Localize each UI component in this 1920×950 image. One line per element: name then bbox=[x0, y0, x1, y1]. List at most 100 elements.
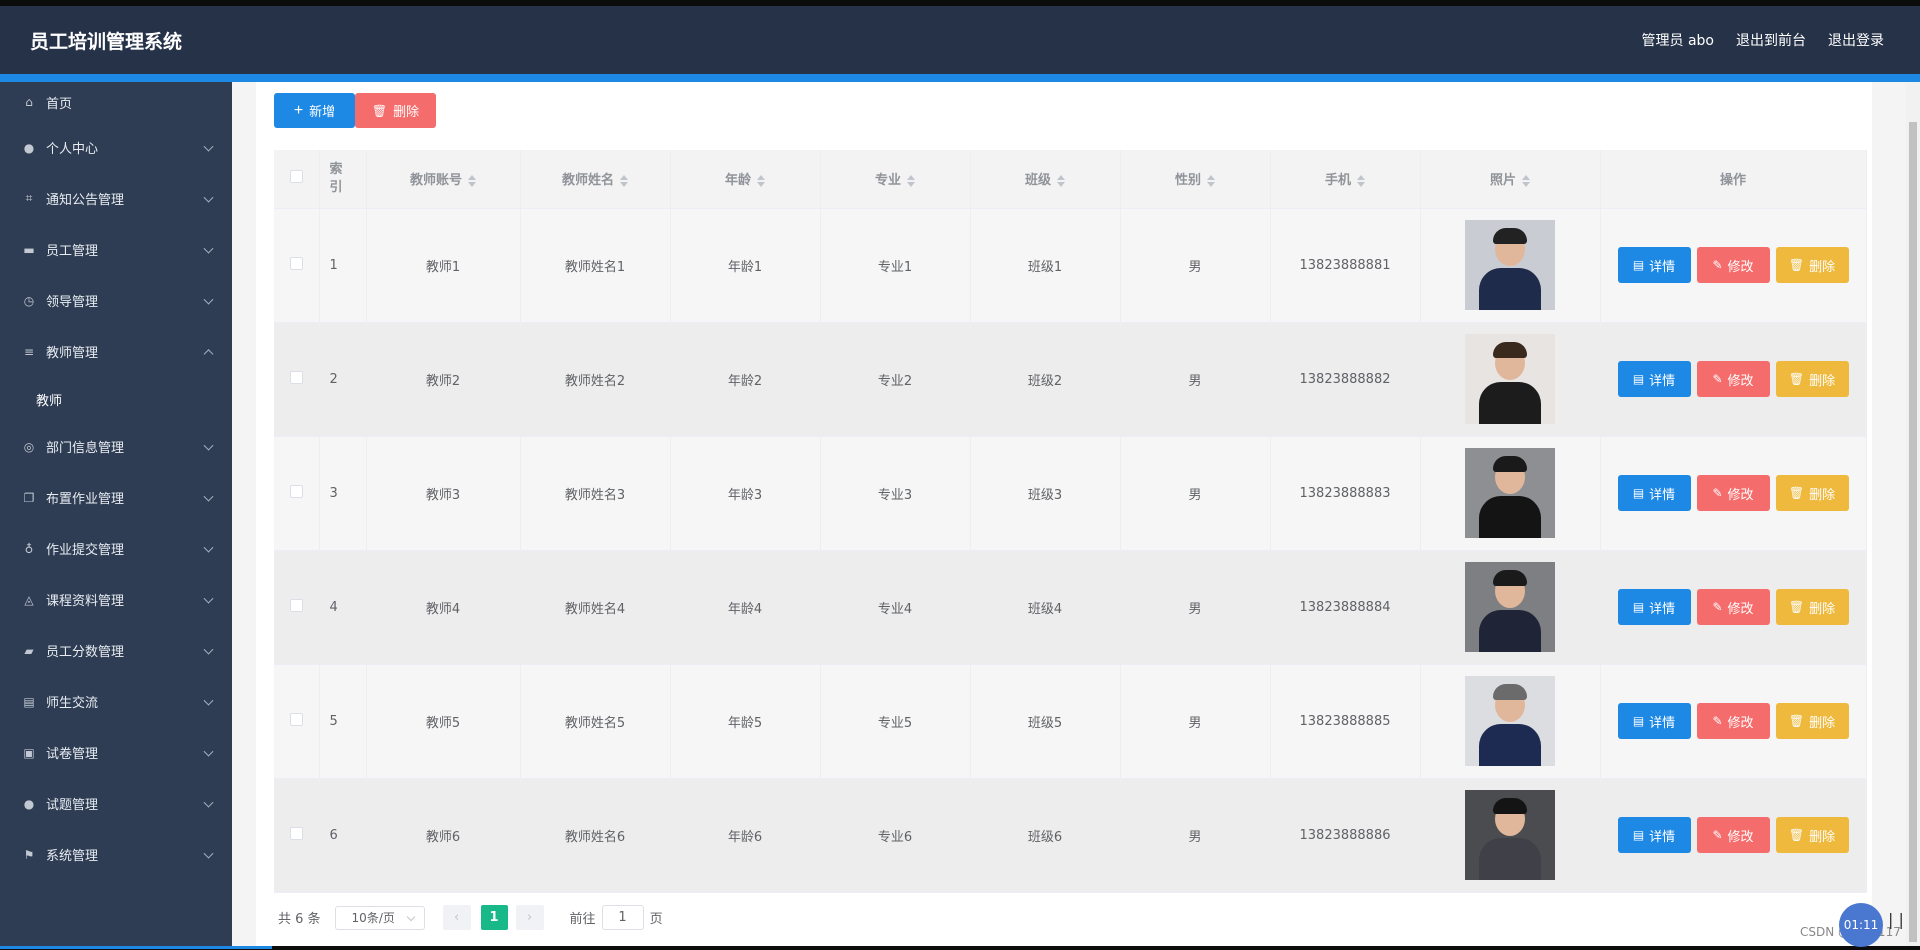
edit-button-label: 修改 bbox=[1727, 373, 1754, 389]
sidebar-item-b2[interactable]: ♁ 作业提交管理 bbox=[0, 523, 232, 574]
sort-icon[interactable] bbox=[468, 174, 476, 187]
row-checkbox[interactable] bbox=[289, 370, 303, 384]
sidebar-item-b5[interactable]: ▤ 师生交流 bbox=[0, 676, 232, 727]
teacher-photo[interactable] bbox=[1465, 448, 1555, 538]
sort-icon[interactable] bbox=[620, 174, 628, 187]
page-number-1[interactable]: 1 bbox=[480, 905, 508, 930]
page-size-select[interactable]: 10条/页 bbox=[334, 905, 425, 930]
paper-icon: ▣ bbox=[23, 745, 35, 760]
prev-page-button[interactable]: ‹ bbox=[442, 905, 471, 930]
detail-button[interactable]: ▤ 详情 bbox=[1617, 817, 1691, 853]
cell-major: 专业5 bbox=[820, 664, 971, 779]
row-checkbox[interactable] bbox=[289, 598, 303, 612]
chevron-down-icon bbox=[203, 243, 214, 254]
row-delete-button[interactable]: 🗑 删除 bbox=[1775, 361, 1849, 397]
sidebar-item-b6[interactable]: ▣ 试卷管理 bbox=[0, 727, 232, 778]
header-name[interactable]: 教师姓名 bbox=[520, 150, 671, 209]
video-progress-bar[interactable] bbox=[0, 946, 272, 949]
cell-account: 教师2 bbox=[366, 322, 521, 437]
detail-button[interactable]: ▤ 详情 bbox=[1617, 475, 1691, 511]
add-button[interactable]: + 新增 bbox=[274, 93, 355, 128]
teacher-photo[interactable] bbox=[1465, 676, 1555, 766]
header-account[interactable]: 教师账号 bbox=[366, 150, 521, 209]
teacher-photo[interactable] bbox=[1465, 562, 1555, 652]
sidebar-item-label: 试卷管理 bbox=[46, 747, 99, 762]
row-select-cell bbox=[274, 778, 320, 893]
teacher-photo[interactable] bbox=[1465, 334, 1555, 424]
edit-button[interactable]: ✎ 修改 bbox=[1696, 589, 1770, 625]
sort-icon[interactable] bbox=[1357, 174, 1365, 187]
sort-icon[interactable] bbox=[1057, 174, 1065, 187]
sidebar-item-a4[interactable]: ◷ 领导管理 bbox=[0, 275, 232, 326]
delete-button[interactable]: 🗑 删除 bbox=[355, 93, 436, 128]
to-front-link[interactable]: 退出到前台 bbox=[1736, 30, 1806, 50]
sidebar-item-label: 教师管理 bbox=[46, 346, 99, 361]
photo-figure-hair bbox=[1493, 456, 1527, 472]
detail-button[interactable]: ▤ 详情 bbox=[1617, 589, 1691, 625]
pause-icon[interactable]: | | bbox=[1888, 910, 1904, 929]
detail-button[interactable]: ▤ 详情 bbox=[1617, 247, 1691, 283]
submenu-item-teacher[interactable]: 教师 bbox=[0, 377, 232, 421]
sidebar-item-a2[interactable]: ⌗ 通知公告管理 bbox=[0, 173, 232, 224]
trash-icon: 🗑 bbox=[1788, 828, 1805, 842]
header-phone[interactable]: 手机 bbox=[1270, 150, 1421, 209]
sort-icon[interactable] bbox=[907, 174, 915, 187]
cell-photo bbox=[1420, 208, 1601, 323]
sidebar-item-b4[interactable]: ▰ 员工分数管理 bbox=[0, 625, 232, 676]
timer-badge[interactable]: 01:11 bbox=[1839, 903, 1883, 947]
edit-button[interactable]: ✎ 修改 bbox=[1696, 703, 1770, 739]
sort-icon[interactable] bbox=[1522, 174, 1530, 187]
scrollbar-thumb[interactable] bbox=[1909, 122, 1917, 942]
edit-button[interactable]: ✎ 修改 bbox=[1696, 247, 1770, 283]
photo-figure-hair bbox=[1493, 342, 1527, 358]
row-delete-button-label: 删除 bbox=[1809, 829, 1836, 845]
row-checkbox[interactable] bbox=[289, 712, 303, 726]
header-gender[interactable]: 性别 bbox=[1120, 150, 1271, 209]
header-age[interactable]: 年龄 bbox=[670, 150, 821, 209]
sidebar-item-b7[interactable]: ● 试题管理 bbox=[0, 778, 232, 829]
row-checkbox[interactable] bbox=[289, 484, 303, 498]
header-class[interactable]: 班级 bbox=[970, 150, 1121, 209]
select-all-checkbox[interactable] bbox=[289, 170, 303, 184]
header-photo[interactable]: 照片 bbox=[1420, 150, 1601, 209]
sidebar-item-a5[interactable]: ≡ 教师管理 bbox=[0, 326, 232, 377]
row-delete-button-label: 删除 bbox=[1809, 373, 1836, 389]
cell-major: 专业1 bbox=[820, 208, 971, 323]
header-major[interactable]: 专业 bbox=[820, 150, 971, 209]
edit-button[interactable]: ✎ 修改 bbox=[1696, 475, 1770, 511]
pager-total: 共 6 条 bbox=[278, 912, 321, 927]
row-delete-button[interactable]: 🗑 删除 bbox=[1775, 247, 1849, 283]
row-delete-button[interactable]: 🗑 删除 bbox=[1775, 703, 1849, 739]
bell-icon: ◬ bbox=[24, 592, 34, 607]
sidebar-item-b0[interactable]: ◎ 部门信息管理 bbox=[0, 421, 232, 472]
sidebar-item-b8[interactable]: ⚑ 系统管理 bbox=[0, 829, 232, 880]
edit-button[interactable]: ✎ 修改 bbox=[1696, 817, 1770, 853]
sidebar-item-a1[interactable]: ● 个人中心 bbox=[0, 122, 232, 173]
row-checkbox[interactable] bbox=[289, 256, 303, 270]
chevron-up-icon bbox=[203, 348, 214, 359]
row-checkbox[interactable] bbox=[289, 826, 303, 840]
sort-icon[interactable] bbox=[757, 174, 765, 187]
teacher-photo[interactable] bbox=[1465, 220, 1555, 310]
detail-button[interactable]: ▤ 详情 bbox=[1617, 361, 1691, 397]
sidebar-item-b1[interactable]: ❐ 布置作业管理 bbox=[0, 472, 232, 523]
detail-button[interactable]: ▤ 详情 bbox=[1617, 703, 1691, 739]
row-delete-button[interactable]: 🗑 删除 bbox=[1775, 475, 1849, 511]
cell-gender: 男 bbox=[1120, 664, 1271, 779]
vertical-scrollbar[interactable] bbox=[1906, 82, 1920, 946]
sort-icon[interactable] bbox=[1207, 174, 1215, 187]
sidebar-item-b3[interactable]: ◬ 课程资料管理 bbox=[0, 574, 232, 625]
goto-page-input[interactable]: 1 bbox=[601, 905, 644, 930]
sidebar-item-a0[interactable]: ⌂ 首页 bbox=[0, 82, 232, 122]
logout-link[interactable]: 退出登录 bbox=[1828, 30, 1884, 50]
sidebar-item-a3[interactable]: ▬ 员工管理 bbox=[0, 224, 232, 275]
teacher-photo[interactable] bbox=[1465, 790, 1555, 880]
cell-gender: 男 bbox=[1120, 208, 1271, 323]
photo-figure-body bbox=[1479, 724, 1541, 766]
edit-button[interactable]: ✎ 修改 bbox=[1696, 361, 1770, 397]
document-icon: ▤ bbox=[1632, 258, 1645, 272]
next-page-button[interactable]: › bbox=[515, 905, 544, 930]
teacher-table: 索引 教师账号 教师姓名 年龄 专业 班级 性别 手机 照片 操作 1 教师1 教师… bbox=[274, 150, 1867, 893]
row-delete-button[interactable]: 🗑 删除 bbox=[1775, 589, 1849, 625]
row-delete-button[interactable]: 🗑 删除 bbox=[1775, 817, 1849, 853]
